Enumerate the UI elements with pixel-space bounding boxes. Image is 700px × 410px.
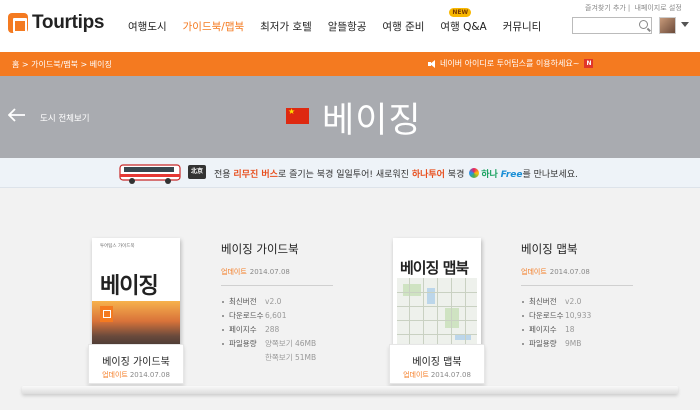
hana-logo-icon xyxy=(469,168,480,178)
city-header: 도시 전체보기 베이징 xyxy=(0,76,700,158)
speaker-icon xyxy=(428,59,436,68)
new-notice-badge: N xyxy=(584,59,594,68)
tourtips-logo[interactable]: Tourtips xyxy=(8,12,104,34)
back-arrow-icon[interactable] xyxy=(8,108,26,122)
update-date: 2014.07.08 xyxy=(549,268,590,276)
mapbook-title-link[interactable]: 베이징 맵북 xyxy=(521,241,633,257)
stand-title: 베이징 가이드북 xyxy=(102,357,170,368)
city-title: 베이징 xyxy=(322,101,422,141)
main-nav: 여행도시 가이드북/맵북 최저가 호텔 알뜰항공 여행 준비 NEW 여행 Q&… xyxy=(128,8,557,34)
bus-icon xyxy=(118,163,184,185)
mapbook-info: 베이징 맵북 업데이트 2014.07.08 최신버전 v2.0 다운로드수 10,9… xyxy=(521,241,633,351)
update-date: 2014.07.08 xyxy=(249,268,290,276)
orange-info-bar: 홈 > 가이드북/맵북 > 베이징 네이버 아이디로 투어팁스를 이용하세요~ … xyxy=(0,52,700,76)
all-cities-link[interactable]: 도시 전체보기 xyxy=(40,112,90,124)
nav-item-qna[interactable]: NEW 여행 Q&A xyxy=(440,8,487,34)
ad-text: 전용 리무진 버스로 즐기는 북경 일일투어! 새로워진 하나투어 북경 하나 … xyxy=(214,168,578,180)
detail-row-filesize-single: 한쪽보기 51MB xyxy=(265,353,317,362)
divider xyxy=(521,285,633,286)
nav-item-guidebooks[interactable]: 가이드북/맵북 xyxy=(183,19,245,34)
guidebook-title-link[interactable]: 베이징 가이드북 xyxy=(221,241,333,257)
user-avatar[interactable] xyxy=(659,17,676,34)
shelf-divider xyxy=(22,386,678,394)
update-label: 업데이트 xyxy=(102,371,128,379)
beijing-sticker: 北京 xyxy=(188,165,206,179)
nav-item-hotels[interactable]: 최저가 호텔 xyxy=(260,19,312,34)
cover-publisher: 투어팁스 가이드북 xyxy=(100,244,135,249)
search-icon[interactable] xyxy=(639,20,648,29)
nav-item-flights[interactable]: 알뜰항공 xyxy=(328,19,367,34)
util-links: 즐겨찾기 추가 | 내페이지로 설정 xyxy=(585,4,682,12)
mapbook-details: 최신버전 v2.0 다운로드수 10,933 페이지수 18 파일용량 9MB xyxy=(521,295,633,351)
detail-row-downloads: 다운로드수 6,601 xyxy=(221,309,333,323)
update-label: 업데이트 xyxy=(403,371,429,379)
logo-text: Tourtips xyxy=(32,12,105,33)
hanatour-ad-banner[interactable]: 北京 전용 리무진 버스로 즐기는 북경 일일투어! 새로워진 하나투어 북경 … xyxy=(0,158,700,188)
nav-item-community[interactable]: 커뮤니티 xyxy=(503,19,542,34)
cover-title: 베이징 맵북 xyxy=(400,259,469,277)
detail-row-filesize: 파일용량 양쪽보기 46MB xyxy=(221,337,333,351)
guidebook-stand[interactable]: 베이징 가이드북 업데이트 2014.07.08 xyxy=(88,344,184,384)
detail-row-filesize: 파일용량 9MB xyxy=(521,337,633,351)
nav-item-cities[interactable]: 여행도시 xyxy=(128,19,167,34)
nav-item-travel-prep[interactable]: 여행 준비 xyxy=(382,19,424,34)
cover-title: 베이징 xyxy=(100,274,159,299)
chevron-down-icon[interactable] xyxy=(681,22,689,27)
update-date: 2014.07.08 xyxy=(129,371,170,379)
detail-row-pages: 페이지수 18 xyxy=(521,323,633,337)
guidebook-details: 최신버전 v2.0 다운로드수 6,601 페이지수 288 파일용량 양쪽보기 46M… xyxy=(221,295,333,365)
search-input[interactable] xyxy=(572,17,652,34)
update-date: 2014.07.08 xyxy=(430,371,471,379)
update-label: 업데이트 xyxy=(221,268,247,276)
mapbook-stand[interactable]: 베이징 맵북 업데이트 2014.07.08 xyxy=(389,344,485,384)
notice-text: 네이버 아이디로 투어팁스를 이용하세요~ xyxy=(440,59,580,68)
detail-row-downloads: 다운로드수 10,933 xyxy=(521,309,633,323)
breadcrumb[interactable]: 홈 > 가이드북/맵북 > 베이징 xyxy=(12,59,112,70)
nav-item-qna-label: 여행 Q&A xyxy=(440,21,487,33)
tourtips-tag-icon xyxy=(100,306,113,322)
naver-login-notice[interactable]: 네이버 아이디로 투어팁스를 이용하세요~ N xyxy=(428,58,594,69)
detail-row-version: 최신버전 v2.0 xyxy=(221,295,333,309)
add-bookmark-link[interactable]: 즐겨찾기 추가 xyxy=(585,4,626,12)
top-header: Tourtips 여행도시 가이드북/맵북 최저가 호텔 알뜰항공 여행 준비 … xyxy=(0,0,700,52)
guidebook-info: 베이징 가이드북 업데이트 2014.07.08 최신버전 v2.0 다운로드수 6,… xyxy=(221,241,333,365)
book-shelf-area: 투어팁스 가이드북 베이징 베이징 맵북 베이징 가이드북 업데이트 2014.0… xyxy=(0,189,700,410)
detail-row-version: 최신버전 v2.0 xyxy=(521,295,633,309)
detail-row-pages: 페이지수 288 xyxy=(221,323,333,337)
divider xyxy=(221,285,333,286)
new-badge: NEW xyxy=(449,8,472,17)
stand-title: 베이징 맵북 xyxy=(412,357,462,368)
update-label: 업데이트 xyxy=(521,268,547,276)
china-flag-icon xyxy=(286,107,309,124)
set-homepage-link[interactable]: 내페이지로 설정 xyxy=(634,4,681,12)
tourtips-logo-icon xyxy=(8,13,28,33)
